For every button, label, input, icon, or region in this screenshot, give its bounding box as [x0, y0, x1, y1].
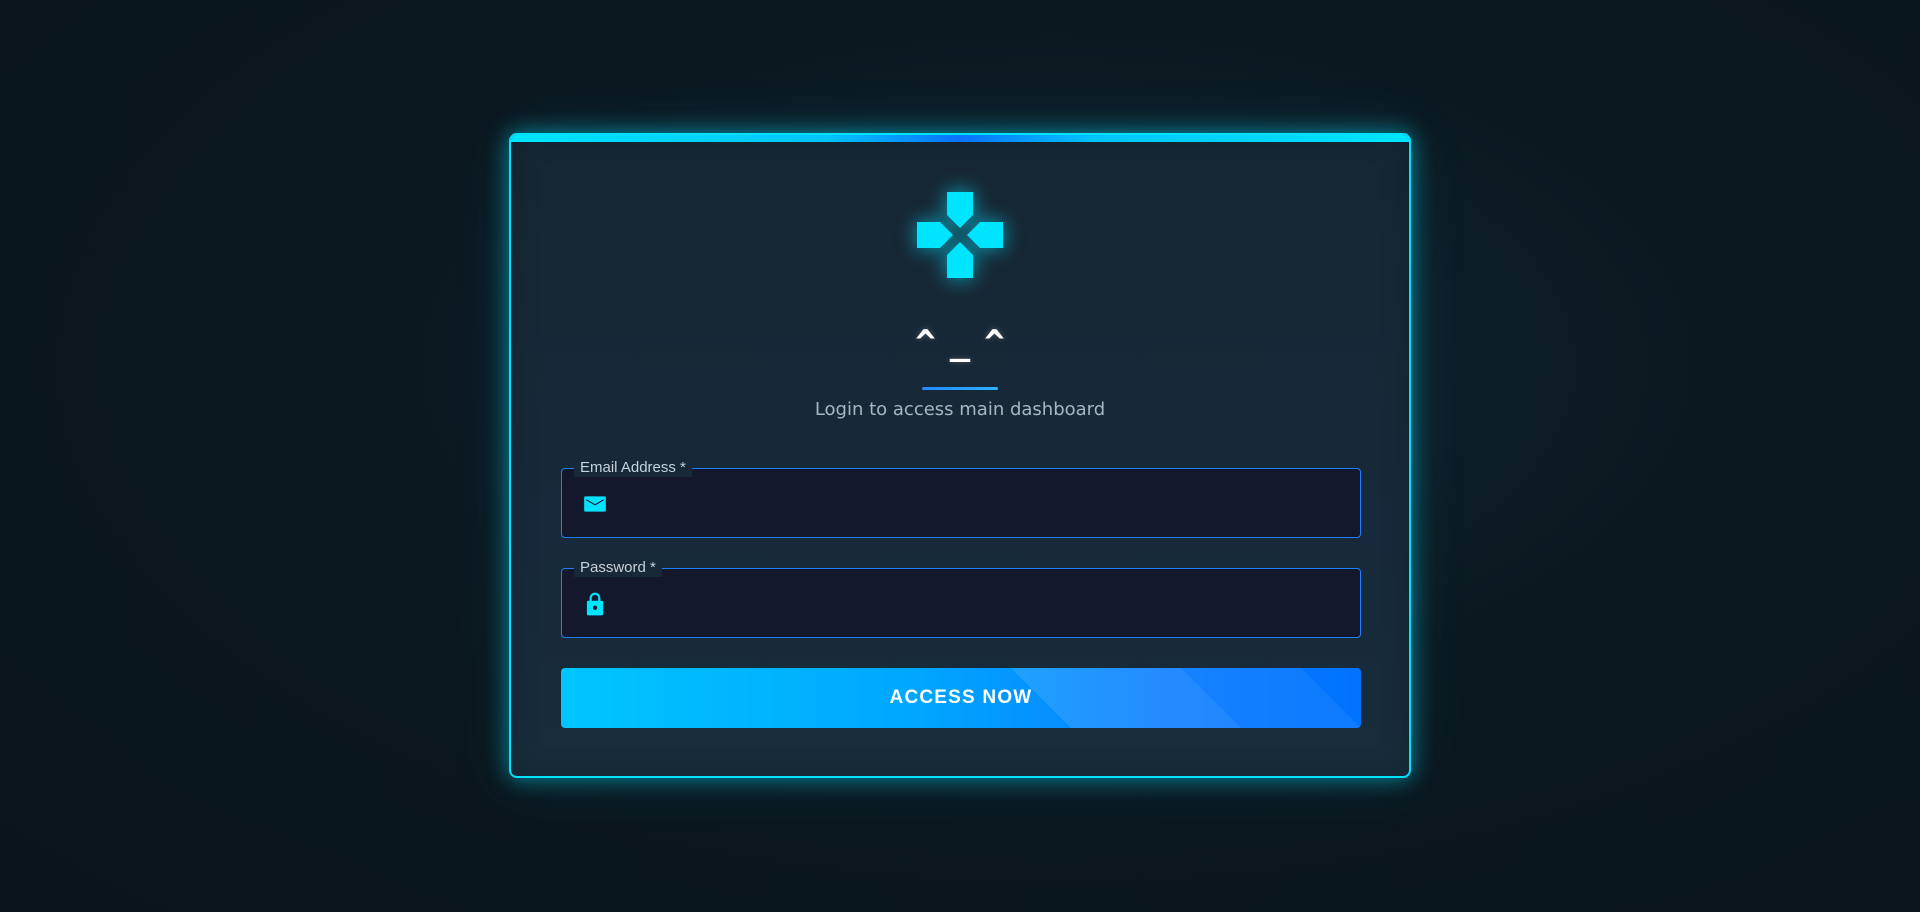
access-now-button[interactable]: ACCESS NOW: [561, 668, 1361, 728]
card-accent-bar: [511, 135, 1409, 142]
envelope-icon: [584, 496, 606, 512]
password-input[interactable]: [626, 569, 1344, 637]
email-field[interactable]: Email Address *: [561, 459, 1361, 538]
email-input[interactable]: [626, 469, 1344, 537]
access-now-label: ACCESS NOW: [889, 687, 1033, 708]
password-field[interactable]: Password *: [561, 559, 1361, 638]
login-card: ^_^ Login to access main dashboard Email…: [509, 133, 1411, 778]
gamepad-dpad-icon: [917, 192, 1003, 278]
login-subtitle: Login to access main dashboard: [814, 399, 1106, 420]
lock-icon: [586, 592, 604, 616]
logo-face-text: ^_^: [915, 323, 1019, 363]
title-underline: [922, 387, 998, 390]
